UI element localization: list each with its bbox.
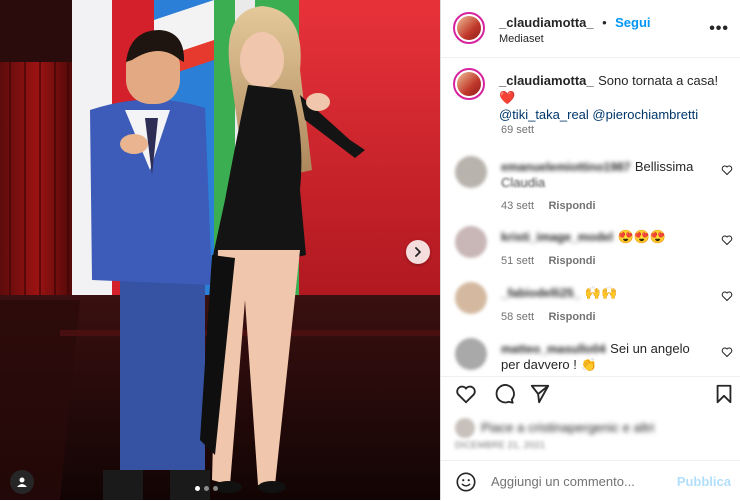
carousel-dot [213,486,218,491]
author-username[interactable]: _claudiamotta_ [499,15,594,30]
reply-button[interactable]: Rispondi [548,311,595,323]
separator-dot: • [602,15,607,30]
comment-text: 😍😍😍 [617,229,667,244]
author-avatar[interactable] [453,12,485,44]
carousel-dot [195,486,200,491]
caption-username[interactable]: _claudiamotta_ [499,73,594,88]
caption-text: Sono tornata a casa! [598,73,719,88]
comment-text-line2: Claudia [501,175,546,190]
comment-bubble-icon[interactable] [493,383,515,405]
chevron-right-icon [415,247,421,257]
add-comment-bar: Aggiungi un commento... Pubblica [441,460,740,501]
caption-avatar[interactable] [453,68,485,100]
caption-timestamp: 69 sett [501,124,535,136]
more-options-icon[interactable]: ••• [709,20,729,38]
liker-avatar [455,418,475,438]
comment-username[interactable]: _fabiodelli25_ [501,286,580,300]
follow-button[interactable]: Segui [615,15,650,30]
carousel-dot [204,486,209,491]
likes-text[interactable]: Piace a cristinapergenic e altri [481,420,654,435]
comment-username[interactable]: matteo_masullo04 [501,342,606,356]
comment-text-line2: per davvero ! 👏 [501,357,597,372]
post-photo[interactable] [0,0,440,500]
publish-button[interactable]: Pubblica [677,474,731,489]
post-date: DICEMBRE 21, 2021 [455,440,546,450]
comment-avatar[interactable] [455,156,487,188]
comment-text: Sei un angelo [610,341,690,356]
comment-text: Bellissima [634,159,694,174]
comment-input[interactable]: Aggiungi un commento... [491,474,635,489]
comment-time: 58 sett [501,311,535,323]
share-send-icon[interactable] [529,383,551,405]
comment-username[interactable]: kristi_image_model [501,230,613,244]
like-comment-heart-icon[interactable] [721,290,733,302]
like-comment-heart-icon[interactable] [721,234,733,246]
like-comment-heart-icon[interactable] [721,164,733,176]
user-icon [17,477,27,487]
carousel-indicator [195,486,218,491]
tagged-users-button[interactable] [10,470,34,494]
post-image [0,0,440,500]
action-bar [441,376,740,411]
comment-time: 51 sett [501,255,535,267]
comment-text: 🙌🙌 [584,285,618,300]
post-details-panel: _claudiamotta_ • Segui Mediaset ••• _cla… [440,0,740,500]
comment-avatar[interactable] [455,338,487,370]
post-location[interactable]: Mediaset [499,33,544,45]
reply-button[interactable]: Rispondi [548,200,595,212]
comment-avatar[interactable] [455,226,487,258]
comment-avatar[interactable] [455,282,487,314]
comment-username[interactable]: emanuelemiottino1987 [501,160,630,174]
bookmark-save-icon[interactable] [713,383,735,405]
caption-emoji: ❤️ [499,90,516,105]
like-heart-icon[interactable] [455,383,477,405]
comment-time: 43 sett [501,200,535,212]
like-comment-heart-icon[interactable] [721,346,733,358]
post-header: _claudiamotta_ • Segui Mediaset ••• [441,0,740,58]
emoji-smile-icon[interactable] [455,471,477,493]
next-photo-button[interactable] [406,240,430,264]
reply-button[interactable]: Rispondi [548,255,595,267]
caption-mentions[interactable]: @tiki_taka_real @pierochiambretti [499,107,698,122]
